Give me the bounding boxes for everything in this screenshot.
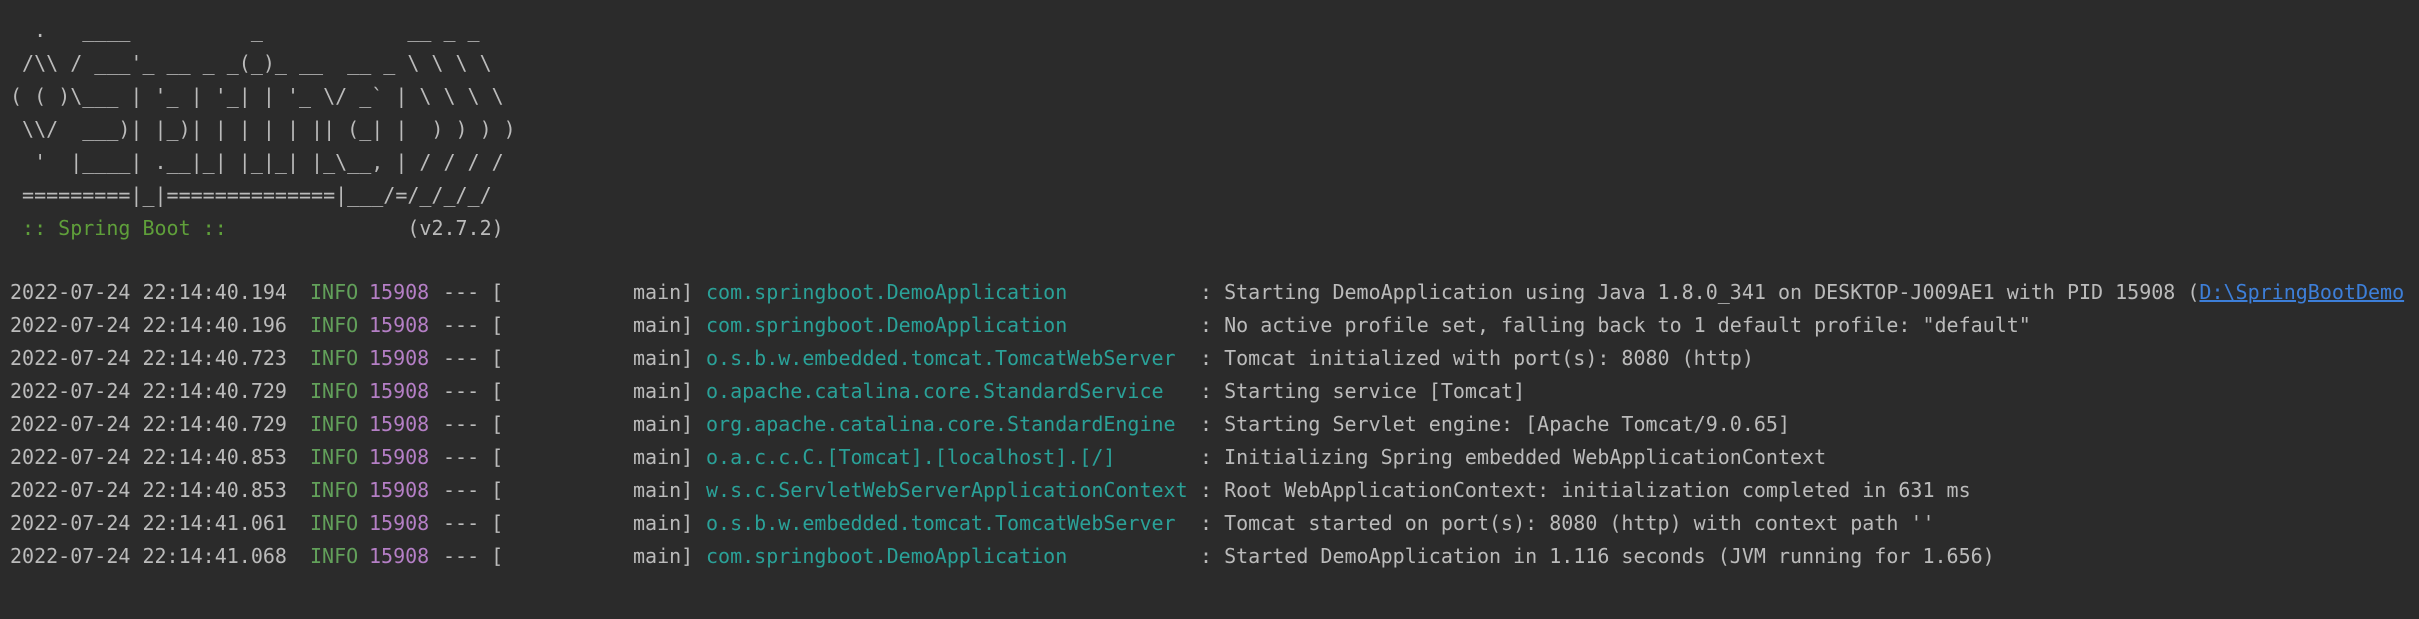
log-logger: o.s.b.w.embedded.tomcat.TomcatWebServer	[706, 346, 1176, 370]
banner-line: \\/ ___)| |_)| | | | | || (_| | ) ) ) )	[10, 117, 516, 141]
log-message: : Starting DemoApplication using Java 1.…	[1200, 276, 2404, 309]
log-timestamp: 2022-07-24 22:14:41.061	[10, 511, 287, 535]
log-separator: --- [	[443, 379, 504, 403]
log-thread: main]	[633, 412, 694, 436]
log-message: : Started DemoApplication in 1.116 secon…	[1200, 544, 1995, 568]
log-separator: --- [	[443, 280, 504, 304]
log-pid: 15908	[369, 445, 430, 469]
log-separator: --- [	[443, 544, 504, 568]
banner-line: =========|_|==============|___/=/_/_/_/	[10, 183, 492, 207]
log-logger: o.apache.catalina.core.StandardService	[706, 379, 1164, 403]
boot-label: :: Spring Boot ::	[10, 216, 239, 240]
log-timestamp: 2022-07-24 22:14:40.853	[10, 445, 287, 469]
log-line: 2022-07-24 22:14:40.729 INFO 15908 --- […	[10, 375, 2419, 408]
log-logger: com.springboot.DemoApplication	[706, 313, 1068, 337]
log-logger: w.s.c.ServletWebServerApplicationContext	[706, 478, 1188, 502]
log-pid: 15908	[369, 379, 430, 403]
log-timestamp: 2022-07-24 22:14:40.729	[10, 379, 287, 403]
log-pid: 15908	[369, 478, 430, 502]
log-thread: main]	[633, 346, 694, 370]
log-separator: --- [	[443, 346, 504, 370]
log-message: : Starting service [Tomcat]	[1200, 379, 1526, 403]
log-message-text: : Starting DemoApplication using Java 1.…	[1200, 280, 2200, 304]
log-pid: 15908	[369, 280, 430, 304]
log-separator: --- [	[443, 478, 504, 502]
log-line: 2022-07-24 22:14:40.729 INFO 15908 --- […	[10, 408, 2419, 441]
log-thread: main]	[633, 445, 694, 469]
log-message: : Tomcat initialized with port(s): 8080 …	[1200, 346, 1754, 370]
log-timestamp: 2022-07-24 22:14:40.729	[10, 412, 287, 436]
log-thread: main]	[633, 280, 694, 304]
log-line: 2022-07-24 22:14:41.061 INFO 15908 --- […	[10, 507, 2419, 540]
log-message: : Starting Servlet engine: [Apache Tomca…	[1200, 412, 1791, 436]
log-line: 2022-07-24 22:14:40.194 INFO 15908 --- […	[10, 276, 2419, 309]
log-level: INFO	[310, 313, 359, 337]
log-message: : Tomcat started on port(s): 8080 (http)…	[1200, 511, 1935, 535]
log-pid: 15908	[369, 346, 430, 370]
log-level: INFO	[310, 511, 359, 535]
log-logger: org.apache.catalina.core.StandardEngine	[706, 412, 1176, 436]
log-level: INFO	[310, 346, 359, 370]
log-separator: --- [	[443, 313, 504, 337]
log-separator: --- [	[443, 445, 504, 469]
log-logger: o.s.b.w.embedded.tomcat.TomcatWebServer	[706, 511, 1176, 535]
log-thread: main]	[633, 478, 694, 502]
log-lines: 2022-07-24 22:14:40.194 INFO 15908 --- […	[10, 276, 2419, 573]
log-thread: main]	[633, 313, 694, 337]
log-line: 2022-07-24 22:14:41.068 INFO 15908 --- […	[10, 540, 2419, 573]
log-separator: --- [	[443, 511, 504, 535]
log-level: INFO	[310, 478, 359, 502]
log-message: : Root WebApplicationContext: initializa…	[1200, 478, 1971, 502]
banner-line: /\\ / ___'_ __ _ _(_)_ __ __ _ \ \ \ \	[10, 51, 492, 75]
log-timestamp: 2022-07-24 22:14:40.196	[10, 313, 287, 337]
log-level: INFO	[310, 445, 359, 469]
console-output[interactable]: . ____ _ __ _ _ /\\ / ___'_ __ _ _(_)_ _…	[10, 14, 2419, 619]
log-timestamp: 2022-07-24 22:14:41.068	[10, 544, 287, 568]
log-line: 2022-07-24 22:14:40.196 INFO 15908 --- […	[10, 309, 2419, 342]
log-pid: 15908	[369, 313, 430, 337]
log-line: 2022-07-24 22:14:40.853 INFO 15908 --- […	[10, 474, 2419, 507]
log-pid: 15908	[369, 412, 430, 436]
log-message: : Initializing Spring embedded WebApplic…	[1200, 445, 1827, 469]
log-message: : No active profile set, falling back to…	[1200, 313, 2031, 337]
log-pid: 15908	[369, 511, 430, 535]
log-line: 2022-07-24 22:14:40.723 INFO 15908 --- […	[10, 342, 2419, 375]
log-logger: com.springboot.DemoApplication	[706, 544, 1068, 568]
banner-line: ' |____| .__|_| |_|_| |_\__, | / / / /	[10, 150, 504, 174]
log-level: INFO	[310, 280, 359, 304]
boot-version: (v2.7.2)	[238, 216, 504, 240]
log-logger: com.springboot.DemoApplication	[706, 280, 1068, 304]
log-line: 2022-07-24 22:14:40.853 INFO 15908 --- […	[10, 441, 2419, 474]
log-timestamp: 2022-07-24 22:14:40.194	[10, 280, 287, 304]
path-link[interactable]: D:\SpringBootDemo	[2199, 280, 2404, 304]
spring-banner: . ____ _ __ _ _ /\\ / ___'_ __ _ _(_)_ _…	[10, 14, 2419, 245]
log-timestamp: 2022-07-24 22:14:40.723	[10, 346, 287, 370]
banner-line: . ____ _ __ _ _	[10, 18, 480, 42]
log-level: INFO	[310, 412, 359, 436]
log-logger: o.a.c.c.C.[Tomcat].[localhost].[/]	[706, 445, 1116, 469]
log-thread: main]	[633, 511, 694, 535]
log-level: INFO	[310, 544, 359, 568]
log-thread: main]	[633, 379, 694, 403]
boot-version-line: :: Spring Boot :: (v2.7.2)	[10, 212, 2419, 245]
log-pid: 15908	[369, 544, 430, 568]
log-separator: --- [	[443, 412, 504, 436]
banner-line: ( ( )\___ | '_ | '_| | '_ \/ _` | \ \ \ …	[10, 84, 504, 108]
log-timestamp: 2022-07-24 22:14:40.853	[10, 478, 287, 502]
log-level: INFO	[310, 379, 359, 403]
log-thread: main]	[633, 544, 694, 568]
